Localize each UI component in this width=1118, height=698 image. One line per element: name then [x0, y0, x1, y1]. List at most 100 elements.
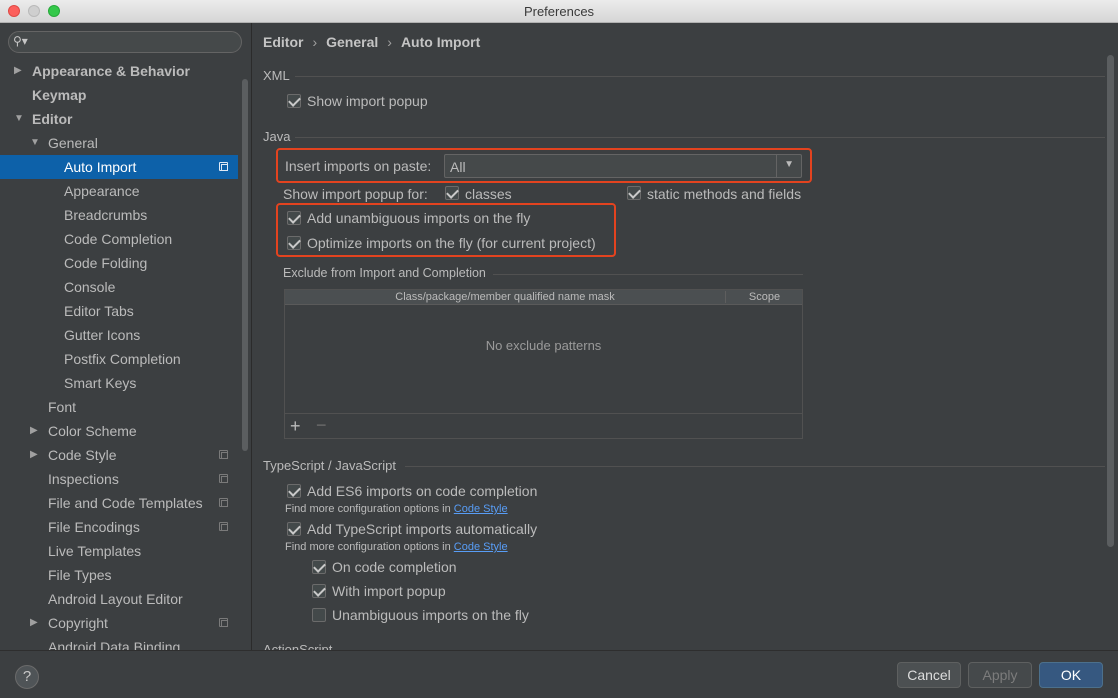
ok-button[interactable]: OK [1039, 662, 1103, 688]
sidebar-item-smart-keys[interactable]: Smart Keys [0, 371, 238, 395]
add-unambiguous-label[interactable]: Add unambiguous imports on the fly [307, 210, 530, 226]
breadcrumb-item[interactable]: Editor [263, 34, 303, 50]
sidebar-item-general[interactable]: ▼ General [0, 131, 238, 155]
optimize-imports-label[interactable]: Optimize imports on the fly (for current… [307, 235, 596, 251]
sidebar-item-file-code-templates[interactable]: File and Code Templates [0, 491, 238, 515]
close-window-button[interactable] [8, 5, 20, 17]
sidebar-item-label: File Encodings [48, 519, 140, 535]
sidebar-item-gutter-icons[interactable]: Gutter Icons [0, 323, 238, 347]
sidebar-item-color-scheme[interactable]: ▶ Color Scheme [0, 419, 238, 443]
settings-search[interactable]: ⚲▾ [8, 31, 242, 53]
sidebar-item-label: File and Code Templates [48, 495, 203, 511]
sidebar-item-appearance[interactable]: Appearance [0, 179, 238, 203]
sidebar-item-code-folding[interactable]: Code Folding [0, 251, 238, 275]
sidebar-item-label: Font [48, 399, 77, 415]
unambiguous-on-fly-label[interactable]: Unambiguous imports on the fly [332, 607, 529, 623]
column-header-scope[interactable]: Scope [727, 291, 802, 303]
static-methods-checkbox[interactable] [627, 186, 641, 200]
find-more-text: Find more configuration options in [285, 503, 451, 515]
sidebar-item-label: Android Layout Editor [48, 591, 183, 607]
settings-content: Editor › General › Auto Import XML Show impo… [253, 23, 1118, 650]
sidebar-item-editor-tabs[interactable]: Editor Tabs [0, 299, 238, 323]
sidebar-item-file-encodings[interactable]: File Encodings [0, 515, 238, 539]
sidebar-item-keymap[interactable]: Keymap [0, 83, 238, 107]
add-typescript-checkbox[interactable] [287, 522, 301, 536]
sidebar-item-font[interactable]: Font [0, 395, 238, 419]
zoom-window-button[interactable] [48, 5, 60, 17]
collapse-arrow-icon[interactable]: ▼ [14, 107, 24, 131]
sidebar-item-auto-import[interactable]: Auto Import [0, 155, 238, 179]
project-settings-icon [219, 450, 228, 459]
apply-button[interactable]: Apply [968, 662, 1032, 688]
project-settings-icon [219, 474, 228, 483]
sidebar-item-label: Code Completion [64, 231, 173, 247]
section-title-xml: XML [263, 68, 290, 83]
sidebar-item-label: Editor Tabs [64, 303, 134, 319]
sidebar-item-android-data-binding[interactable]: Android Data Binding [0, 635, 238, 650]
collapse-arrow-icon[interactable]: ▼ [30, 131, 40, 155]
with-import-popup-checkbox[interactable] [312, 584, 326, 598]
sidebar-item-editor[interactable]: ▼ Editor [0, 107, 238, 131]
section-title-actionscript: ActionScript [263, 642, 333, 650]
add-typescript-label[interactable]: Add TypeScript imports automatically [307, 521, 537, 537]
on-code-completion-label[interactable]: On code completion [332, 559, 457, 575]
sidebar-item-android-layout-editor[interactable]: Android Layout Editor [0, 587, 238, 611]
search-icon: ⚲▾ [13, 34, 28, 48]
sidebar-item-label: Live Templates [48, 543, 142, 559]
sidebar-item-label: General [48, 135, 98, 151]
sidebar-item-label: Breadcrumbs [64, 207, 148, 223]
insert-imports-value: All [450, 159, 466, 175]
minimize-window-button[interactable] [28, 5, 40, 17]
add-es6-label[interactable]: Add ES6 imports on code completion [307, 483, 537, 499]
breadcrumb-item[interactable]: General [326, 34, 378, 50]
window-title: Preferences [523, 4, 595, 19]
sidebar-item-postfix-completion[interactable]: Postfix Completion [0, 347, 238, 371]
table-header: Class/package/member qualified name mask… [285, 290, 802, 305]
sidebar-item-breadcrumbs[interactable]: Breadcrumbs [0, 203, 238, 227]
on-code-completion-checkbox[interactable] [312, 560, 326, 574]
show-import-popup-checkbox[interactable] [287, 94, 301, 108]
add-unambiguous-checkbox[interactable] [287, 211, 301, 225]
add-icon[interactable]: + [290, 416, 301, 437]
dialog-button-bar: ? Cancel Apply OK [0, 650, 1118, 698]
divider [776, 155, 777, 177]
expand-arrow-icon[interactable]: ▶ [30, 611, 38, 635]
expand-arrow-icon[interactable]: ▶ [30, 419, 38, 443]
expand-arrow-icon[interactable]: ▶ [14, 59, 22, 83]
optimize-imports-checkbox[interactable] [287, 236, 301, 250]
classes-label[interactable]: classes [465, 186, 512, 202]
divider [295, 76, 1105, 77]
sidebar-item-inspections[interactable]: Inspections [0, 467, 238, 491]
content-scrollbar[interactable] [1107, 55, 1114, 547]
sidebar-scrollbar[interactable] [242, 79, 248, 451]
insert-imports-dropdown[interactable]: All ▼ [444, 154, 802, 178]
dropdown-arrow-icon[interactable]: ▼ [784, 159, 794, 170]
classes-checkbox[interactable] [445, 186, 459, 200]
find-more-hint: Find more configuration options in Code … [285, 503, 508, 515]
sidebar-item-appearance-behavior[interactable]: ▶ Appearance & Behavior [0, 59, 238, 83]
project-settings-icon [219, 498, 228, 507]
sidebar-item-code-style[interactable]: ▶ Code Style [0, 443, 238, 467]
expand-arrow-icon[interactable]: ▶ [30, 443, 38, 467]
sidebar-item-code-completion[interactable]: Code Completion [0, 227, 238, 251]
sidebar-item-console[interactable]: Console [0, 275, 238, 299]
help-icon[interactable]: ? [15, 665, 39, 689]
exclude-patterns-table[interactable]: Class/package/member qualified name mask… [284, 289, 803, 439]
sidebar-item-label: Editor [32, 111, 73, 127]
divider [295, 137, 1105, 138]
code-style-link[interactable]: Code Style [454, 503, 508, 515]
sidebar-item-file-types[interactable]: File Types [0, 563, 238, 587]
with-import-popup-label[interactable]: With import popup [332, 583, 446, 599]
sidebar-item-live-templates[interactable]: Live Templates [0, 539, 238, 563]
search-input[interactable] [31, 33, 231, 51]
cancel-button[interactable]: Cancel [897, 662, 961, 688]
unambiguous-on-fly-checkbox[interactable] [312, 608, 326, 622]
project-settings-icon [219, 522, 228, 531]
sidebar-item-label: Inspections [48, 471, 119, 487]
column-header-mask[interactable]: Class/package/member qualified name mask [285, 291, 726, 303]
add-es6-checkbox[interactable] [287, 484, 301, 498]
show-import-popup-label[interactable]: Show import popup [307, 93, 428, 109]
code-style-link[interactable]: Code Style [454, 541, 508, 553]
static-methods-label[interactable]: static methods and fields [647, 186, 801, 202]
sidebar-item-copyright[interactable]: ▶ Copyright [0, 611, 238, 635]
